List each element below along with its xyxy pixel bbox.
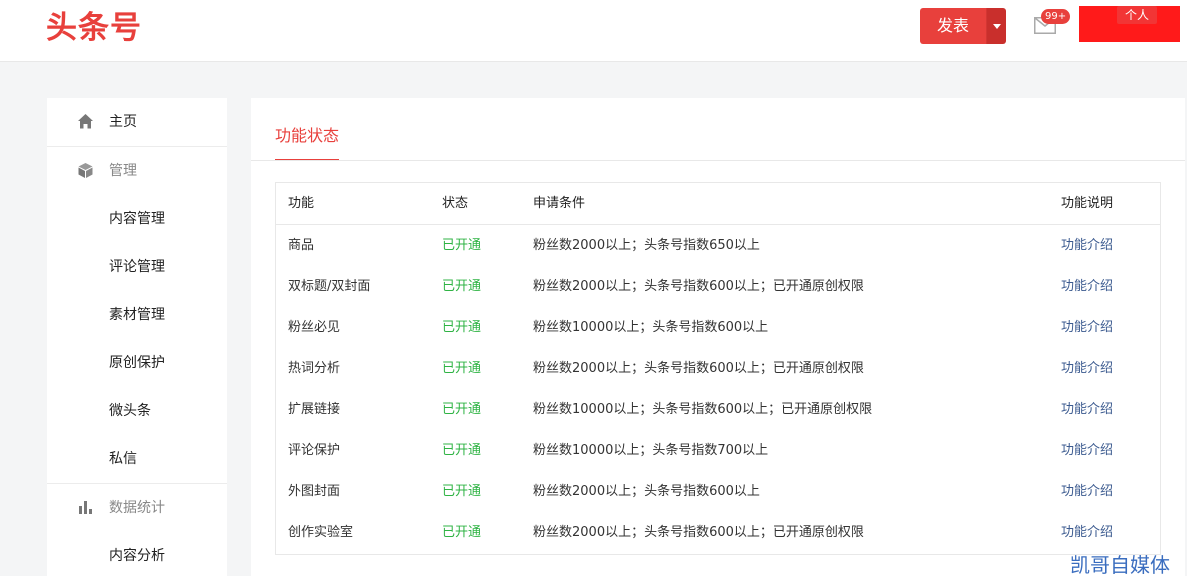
feature-name: 评论保护	[288, 443, 341, 458]
publish-button[interactable]: 发表	[920, 8, 986, 44]
feature-intro-link[interactable]: 功能介绍	[1061, 266, 1113, 307]
sidebar-item-original-protection[interactable]: 原创保护	[47, 339, 227, 387]
sidebar-item-label: 微头条	[109, 403, 151, 419]
feature-intro-link[interactable]: 功能介绍	[1061, 348, 1113, 389]
tab-divider	[251, 160, 1185, 161]
status-text: 已开通	[442, 484, 482, 499]
sidebar-item-private-message[interactable]: 私信	[47, 435, 227, 483]
sidebar-item-label: 内容分析	[109, 548, 165, 564]
sidebar-item-label: 内容管理	[109, 211, 165, 227]
condition-text: 粉丝数2000以上；头条号指数600以上；已开通原创权限	[533, 279, 864, 294]
condition-text: 粉丝数10000以上；头条号指数700以上	[533, 443, 769, 458]
table-row: 热词分析 已开通 粉丝数2000以上；头条号指数600以上；已开通原创权限 功能…	[276, 348, 1160, 389]
condition-text: 粉丝数10000以上；头条号指数600以上；已开通原创权限	[533, 402, 873, 417]
sidebar-item-label: 私信	[109, 451, 137, 467]
home-icon	[78, 114, 93, 129]
tab-feature-status[interactable]: 功能状态	[275, 122, 339, 146]
feature-intro-link[interactable]: 功能介绍	[1061, 307, 1113, 348]
feature-intro-link[interactable]: 功能介绍	[1061, 389, 1113, 430]
feature-name: 热词分析	[288, 361, 341, 376]
status-text: 已开通	[442, 525, 482, 540]
account-type-tag: 个人	[1117, 6, 1157, 24]
table-row: 粉丝必见 已开通 粉丝数10000以上；头条号指数600以上 功能介绍	[276, 307, 1160, 348]
status-text: 已开通	[442, 320, 482, 335]
status-text: 已开通	[442, 361, 482, 376]
condition-text: 粉丝数10000以上；头条号指数600以上	[533, 320, 769, 335]
sidebar-item-content-analysis[interactable]: 内容分析	[47, 532, 227, 576]
sidebar-item-label: 原创保护	[109, 355, 165, 371]
feature-table: 功能 状态 申请条件 功能说明 商品 已开通 粉丝数2000以上；头条号指数65…	[275, 182, 1161, 555]
sidebar-item-material-manage[interactable]: 素材管理	[47, 291, 227, 339]
feature-name: 扩展链接	[288, 402, 341, 417]
column-header-status: 状态	[442, 196, 469, 211]
sidebar-item-label: 评论管理	[109, 259, 165, 275]
status-text: 已开通	[442, 402, 482, 417]
table-row: 扩展链接 已开通 粉丝数10000以上；头条号指数600以上；已开通原创权限 功…	[276, 389, 1160, 430]
notification-badge: 99+	[1041, 9, 1071, 24]
sidebar-group-label: 数据统计	[109, 500, 165, 516]
cube-icon	[78, 163, 93, 178]
feature-name: 粉丝必见	[288, 320, 341, 335]
sidebar-item-micro-toutiao[interactable]: 微头条	[47, 387, 227, 435]
publish-button-group: 发表	[920, 8, 1006, 44]
sidebar-item-content-manage[interactable]: 内容管理	[47, 195, 227, 243]
feature-name: 商品	[288, 238, 315, 253]
chevron-down-icon	[992, 23, 1001, 29]
condition-text: 粉丝数2000以上；头条号指数600以上；已开通原创权限	[533, 525, 864, 540]
table-row: 双标题/双封面 已开通 粉丝数2000以上；头条号指数600以上；已开通原创权限…	[276, 266, 1160, 307]
top-header: 头条号 发表 99+ 个人	[0, 0, 1187, 62]
publish-dropdown-toggle[interactable]	[986, 8, 1006, 44]
column-header-description: 功能说明	[1061, 196, 1114, 211]
column-header-feature: 功能	[288, 196, 315, 211]
feature-name: 外图封面	[288, 484, 341, 499]
feature-name: 双标题/双封面	[288, 279, 371, 294]
table-row: 评论保护 已开通 粉丝数10000以上；头条号指数700以上 功能介绍	[276, 430, 1160, 471]
condition-text: 粉丝数2000以上；头条号指数600以上；已开通原创权限	[533, 361, 864, 376]
feature-intro-link[interactable]: 功能介绍	[1061, 512, 1113, 553]
table-row: 外图封面 已开通 粉丝数2000以上；头条号指数600以上 功能介绍	[276, 471, 1160, 512]
table-row: 商品 已开通 粉丝数2000以上；头条号指数650以上 功能介绍	[276, 225, 1160, 266]
sidebar-group-statistics[interactable]: 数据统计	[47, 484, 227, 532]
sidebar: 主页 管理 内容管理 评论管理 素材管理 原创保护 微头条 私信 数据统计 内容…	[47, 98, 227, 576]
feature-intro-link[interactable]: 功能介绍	[1061, 430, 1113, 471]
bar-chart-icon	[79, 501, 92, 514]
watermark-text: 凯哥自媒体	[1070, 553, 1170, 576]
status-text: 已开通	[442, 279, 482, 294]
feature-name: 创作实验室	[288, 525, 354, 540]
feature-intro-link[interactable]: 功能介绍	[1061, 225, 1113, 266]
feature-intro-link[interactable]: 功能介绍	[1061, 471, 1113, 512]
sidebar-item-label: 素材管理	[109, 307, 165, 323]
sidebar-group-manage[interactable]: 管理	[47, 147, 227, 195]
condition-text: 粉丝数2000以上；头条号指数600以上	[533, 484, 760, 499]
status-text: 已开通	[442, 238, 482, 253]
column-header-condition: 申请条件	[533, 196, 586, 211]
condition-text: 粉丝数2000以上；头条号指数650以上	[533, 238, 760, 253]
sidebar-item-comment-manage[interactable]: 评论管理	[47, 243, 227, 291]
sidebar-item-label: 主页	[109, 114, 137, 130]
status-text: 已开通	[442, 443, 482, 458]
feature-status-panel: 功能状态 功能 状态 申请条件 功能说明 商品 已开通 粉丝数2000以上；头条…	[251, 98, 1185, 576]
logo[interactable]: 头条号	[46, 8, 142, 48]
sidebar-group-label: 管理	[109, 163, 137, 179]
sidebar-item-home[interactable]: 主页	[47, 98, 227, 146]
table-header: 功能 状态 申请条件 功能说明	[276, 183, 1160, 225]
table-row: 创作实验室 已开通 粉丝数2000以上；头条号指数600以上；已开通原创权限 功…	[276, 512, 1160, 553]
